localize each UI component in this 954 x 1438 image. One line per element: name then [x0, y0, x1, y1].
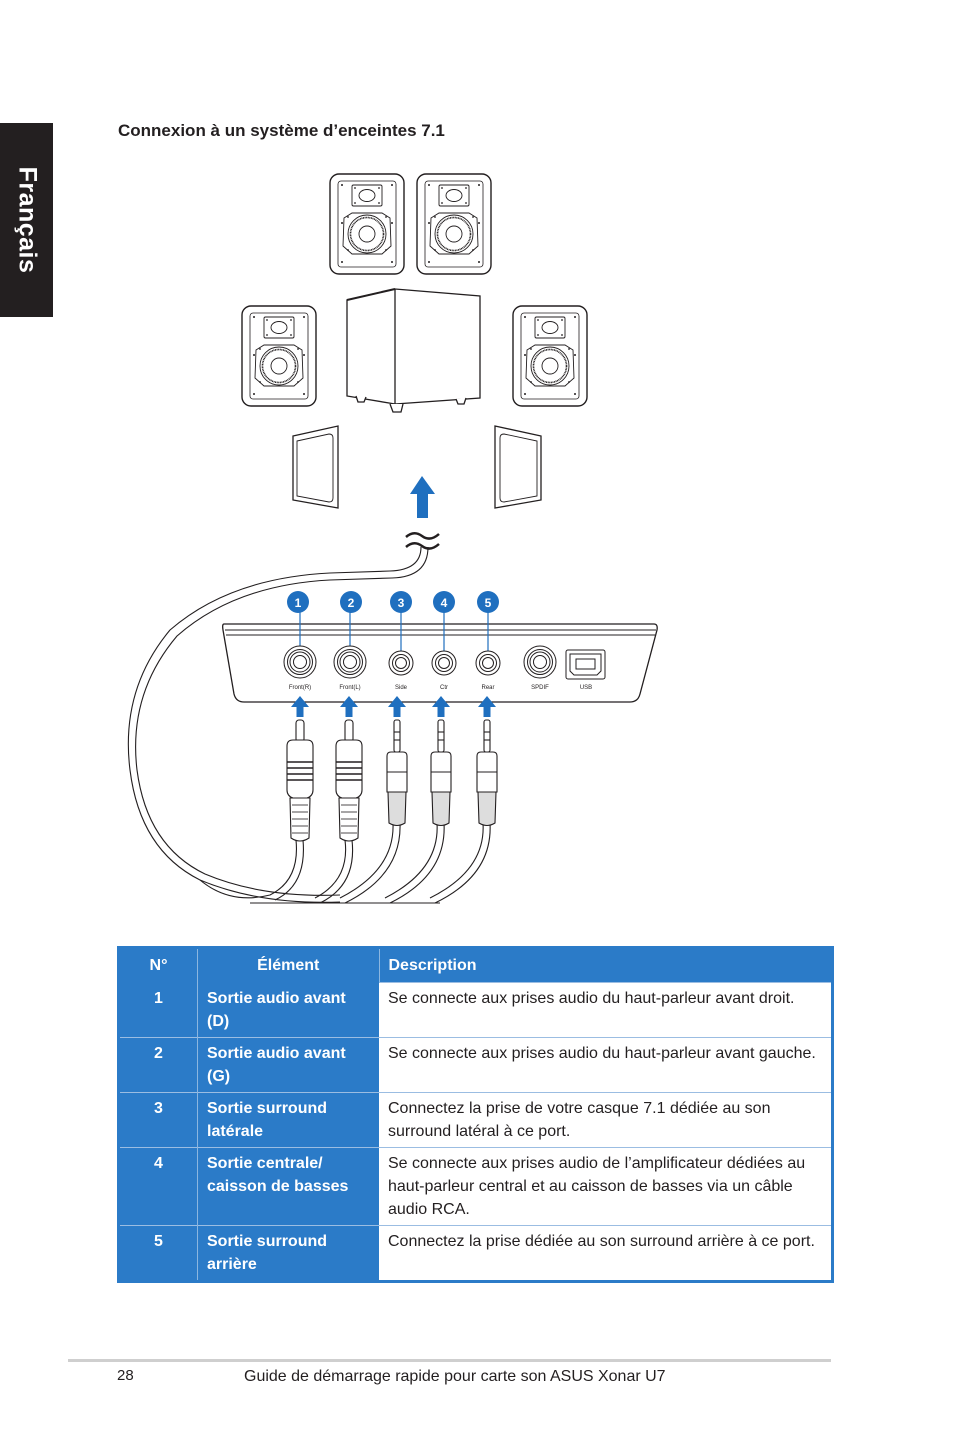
speaker-icon — [416, 173, 492, 275]
usb-port-icon — [565, 649, 606, 680]
subwoofer-icon — [346, 288, 481, 413]
mini-jack-plug-icon — [430, 719, 452, 827]
port-label-front-l: Front(L) — [339, 685, 360, 691]
rca-plug-icon — [335, 719, 363, 842]
callout-badge-2: 2 — [340, 591, 362, 613]
rca-plug-icon — [286, 719, 314, 842]
svg-text:4: 4 — [441, 596, 448, 610]
table-row: 1 Sortie audio avant (D) Se connecte aux… — [118, 982, 833, 1037]
row-number: 3 — [118, 1091, 198, 1147]
row-element: Sortie surround latérale — [197, 1091, 379, 1147]
mini-jack-plug-icon — [386, 719, 408, 827]
row-description: Connectez la prise dédiée au son surroun… — [379, 1224, 833, 1281]
row-element: Sortie audio avant (D) — [197, 982, 379, 1037]
port-front-r — [283, 645, 317, 679]
port-front-l — [333, 645, 367, 679]
svg-text:3: 3 — [398, 596, 405, 610]
port-label-ctr: Ctr — [440, 685, 448, 691]
port-label-front-r: Front(R) — [289, 685, 311, 691]
svg-text:1: 1 — [295, 596, 302, 610]
row-number: 5 — [118, 1224, 198, 1281]
header-description: Description — [378, 947, 833, 983]
svg-text:2: 2 — [348, 596, 355, 610]
table-row: 3 Sortie surround latérale Connectez la … — [118, 1091, 833, 1147]
arrow-up-icon — [410, 476, 435, 518]
svg-text:5: 5 — [485, 596, 492, 610]
surround-panel-icon — [292, 425, 339, 509]
footer-title: Guide de démarrage rapide pour carte son… — [244, 1368, 666, 1385]
cable-break-icon — [405, 532, 440, 550]
speaker-icon — [329, 173, 405, 275]
table-header-row: N° Élément Description — [118, 947, 833, 983]
table-row: 4 Sortie centrale/ caisson de basses Se … — [118, 1146, 833, 1225]
callout-badge-3: 3 — [390, 591, 412, 613]
row-number: 1 — [118, 982, 198, 1037]
port-side — [388, 650, 414, 676]
port-label-side: Side — [395, 685, 408, 691]
speaker-icon — [512, 305, 588, 407]
callout-badge-4: 4 — [433, 591, 455, 613]
callout-badge-1: 1 — [287, 591, 309, 613]
row-number: 4 — [118, 1146, 198, 1225]
table-row: 5 Sortie surround arrière Connectez la p… — [118, 1224, 833, 1281]
port-spdif — [523, 645, 557, 679]
row-description: Se connecte aux prises audio du haut-par… — [379, 1036, 833, 1092]
callout-badge-5: 5 — [477, 591, 499, 613]
speaker-icon — [241, 305, 317, 407]
row-element: Sortie surround arrière — [197, 1224, 379, 1281]
row-number: 2 — [118, 1036, 198, 1092]
header-element: Élément — [197, 947, 379, 983]
footer-divider — [68, 1359, 831, 1362]
header-no: N° — [118, 947, 198, 983]
connection-diagram: 1 2 3 4 5 Front(R) Front(L) Side Ctr Rea… — [0, 0, 954, 940]
row-element: Sortie audio avant (G) — [197, 1036, 379, 1092]
port-ctr — [431, 650, 457, 676]
port-label-spdif: SPDIF — [531, 685, 549, 691]
page-number: 28 — [117, 1367, 134, 1384]
surround-panel-icon — [494, 425, 542, 509]
row-description: Connectez la prise de votre casque 7.1 d… — [379, 1091, 833, 1147]
row-description: Se connecte aux prises audio de l’amplif… — [379, 1146, 833, 1225]
connector-table: N° Élément Description 1 Sortie audio av… — [117, 946, 834, 1283]
row-description: Se connecte aux prises audio du haut-par… — [379, 982, 833, 1037]
table-row: 2 Sortie audio avant (G) Se connecte aux… — [118, 1036, 833, 1092]
port-label-rear: Rear — [481, 685, 494, 691]
port-rear — [475, 650, 501, 676]
mini-jack-plug-icon — [476, 719, 498, 827]
port-label-usb: USB — [580, 685, 592, 691]
row-element: Sortie centrale/ caisson de basses — [197, 1146, 379, 1225]
